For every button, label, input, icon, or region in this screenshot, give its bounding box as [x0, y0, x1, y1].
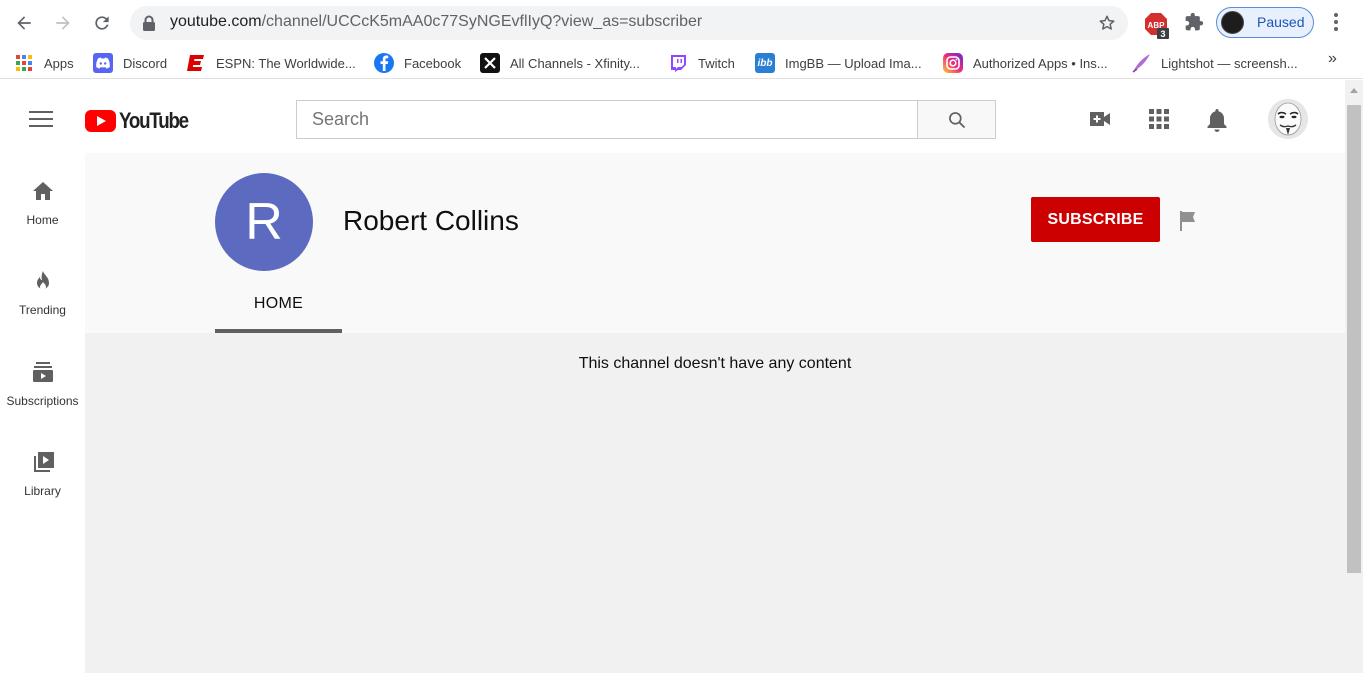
create-video-icon[interactable]: [1088, 108, 1112, 130]
youtube-logo[interactable]: YouTube: [85, 108, 200, 134]
bookmark-instagram[interactable]: Authorized Apps • Ins...: [943, 52, 1108, 74]
nav-item-subscriptions[interactable]: Subscriptions: [0, 344, 85, 424]
browser-menu-icon[interactable]: [1328, 12, 1344, 32]
account-avatar[interactable]: [1268, 99, 1308, 139]
bookmarks-bar: Apps Discord ESPN: The Worldwide... Face…: [0, 46, 1363, 79]
empty-channel-message: This channel doesn't have any content: [578, 355, 852, 372]
bookmark-discord[interactable]: Discord: [93, 52, 167, 74]
tab-home[interactable]: HOME: [215, 285, 342, 333]
browser-toolbar: youtube.com/channel/UCCcK5mAA0c77SyNGEvf…: [0, 0, 1363, 46]
apps-grid-icon[interactable]: [1148, 108, 1170, 130]
extensions-puzzle-icon[interactable]: [1184, 12, 1204, 32]
channel-header: R Robert Collins SUBSCRIBE HOME: [85, 153, 1345, 333]
bookmarks-overflow-button[interactable]: »: [1328, 50, 1337, 68]
page-scrollbar[interactable]: [1345, 80, 1363, 673]
facebook-icon: [374, 53, 394, 73]
address-bar[interactable]: youtube.com/channel/UCCcK5mAA0c77SyNGEvf…: [130, 6, 1128, 40]
arrow-right-icon: [56, 16, 70, 30]
profile-avatar: [1221, 11, 1244, 34]
notifications-bell-icon[interactable]: [1207, 108, 1227, 132]
apps-grid-icon: [14, 53, 34, 73]
forward-button[interactable]: [51, 11, 75, 35]
twitch-icon: [668, 53, 688, 73]
discord-icon: [93, 53, 113, 73]
bookmark-star-icon[interactable]: [1098, 14, 1116, 32]
search-icon: [948, 111, 965, 128]
reload-button[interactable]: [90, 11, 114, 35]
tab-home-selected-indicator: [215, 329, 342, 333]
youtube-masthead: YouTube: [0, 80, 1345, 153]
search-box: [296, 100, 918, 139]
youtube-play-icon: [85, 110, 116, 132]
instagram-icon: [943, 53, 963, 73]
report-flag-icon[interactable]: [1178, 210, 1198, 232]
scroll-up-arrow-icon[interactable]: [1350, 88, 1358, 93]
scrollbar-thumb[interactable]: [1347, 105, 1361, 573]
bookmark-apps[interactable]: Apps: [14, 52, 74, 74]
bookmark-twitch[interactable]: Twitch: [668, 52, 735, 74]
search-input[interactable]: [297, 101, 918, 138]
subscribe-button[interactable]: SUBSCRIBE: [1031, 197, 1160, 242]
imgbb-icon: ibb: [755, 53, 775, 73]
adblock-icon: ABP 3: [1145, 13, 1169, 39]
profile-status-label: Paused: [1257, 14, 1305, 30]
nav-item-trending[interactable]: Trending: [0, 253, 85, 333]
lightshot-icon: [1131, 53, 1151, 73]
svg-text:3: 3: [1160, 29, 1165, 39]
lock-icon: [143, 15, 155, 31]
left-nav: Home Trending Subscriptions Library: [0, 153, 85, 673]
channel-name: Robert Collins: [343, 205, 519, 236]
nav-item-library[interactable]: Library: [0, 434, 85, 514]
url-text: youtube.com/channel/UCCcK5mAA0c77SyNGEvf…: [170, 13, 703, 30]
mask-avatar-icon: [1268, 99, 1308, 139]
profile-button[interactable]: Paused: [1216, 7, 1314, 38]
back-button[interactable]: [12, 11, 36, 35]
adblock-extension-button[interactable]: ABP 3: [1144, 12, 1172, 40]
x-icon: [480, 53, 500, 73]
arrow-left-icon: [17, 16, 31, 30]
search-button[interactable]: [917, 100, 996, 139]
channel-content: R Robert Collins SUBSCRIBE HOME This cha…: [85, 153, 1345, 673]
home-icon: [32, 182, 53, 200]
channel-avatar: R: [215, 173, 313, 271]
espn-icon: [186, 53, 206, 73]
flame-icon: [36, 271, 49, 290]
bookmark-imgbb[interactable]: ibb ImgBB — Upload Ima...: [755, 52, 922, 74]
subscriptions-icon: [32, 362, 53, 382]
bookmark-espn[interactable]: ESPN: The Worldwide...: [186, 52, 356, 74]
bookmark-xfinity[interactable]: All Channels - Xfinity...: [480, 52, 640, 74]
library-icon: [33, 452, 54, 472]
bookmark-facebook[interactable]: Facebook: [374, 52, 461, 74]
reload-icon: [95, 16, 109, 30]
bookmark-lightshot[interactable]: Lightshot — screensh...: [1131, 52, 1298, 74]
nav-item-home[interactable]: Home: [0, 163, 85, 243]
hamburger-menu-icon[interactable]: [29, 110, 53, 128]
